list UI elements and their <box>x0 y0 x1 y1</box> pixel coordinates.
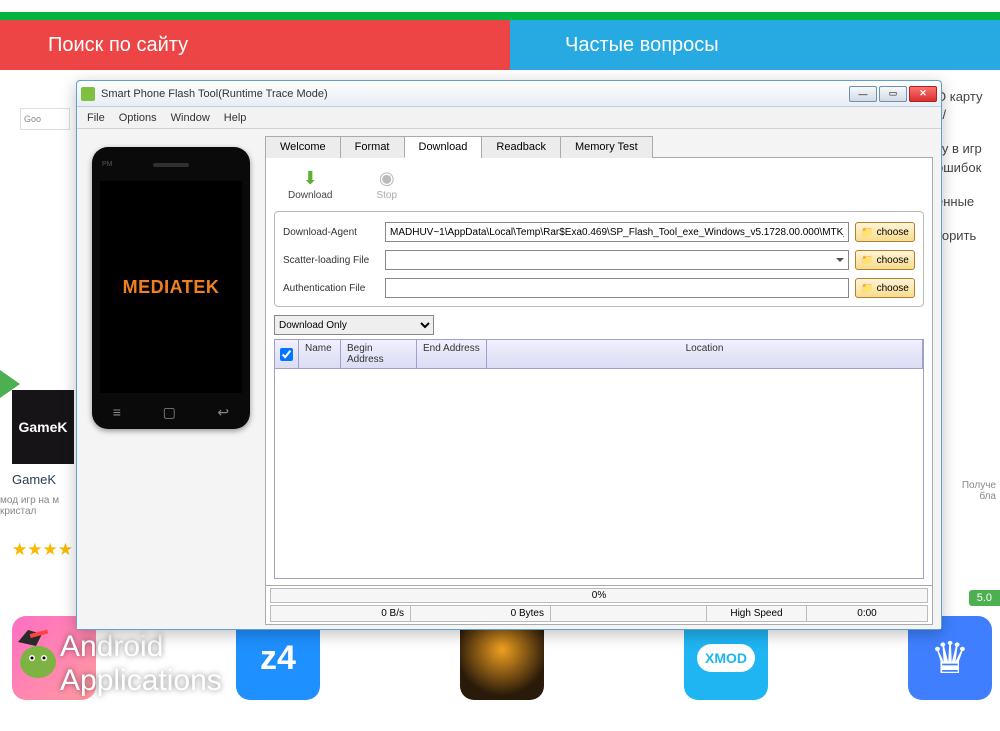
file-fields-group: Download-Agent choose Scatter-loading Fi… <box>274 211 924 307</box>
progress-percent: 0% <box>270 588 928 603</box>
google-badge: Goo <box>20 108 70 130</box>
choose-da-button[interactable]: choose <box>855 222 915 242</box>
faq-label: Частые вопросы <box>565 34 719 57</box>
grid-body <box>275 369 923 578</box>
partition-grid: Name Begin Address End Address Location <box>274 339 924 579</box>
grid-header: Name Begin Address End Address Location <box>275 340 923 369</box>
app-card-desc: мод игр на м кристал <box>0 495 80 517</box>
star-icon: ★ <box>12 540 27 560</box>
status-bar: 0 B/s 0 Bytes High Speed 0:00 <box>270 605 928 622</box>
close-button[interactable]: ✕ <box>909 86 937 102</box>
right-pane: Welcome Format Download Readback Memory … <box>265 129 941 629</box>
choose-auth-button[interactable]: choose <box>855 278 915 298</box>
menu-window[interactable]: Window <box>171 112 210 124</box>
phone-speaker-icon <box>153 163 189 167</box>
phone-pm-label: PM <box>102 161 113 168</box>
toolbar: ⬇ Download ◉ Stop <box>272 164 926 209</box>
android-mascot-icon <box>8 622 68 682</box>
status-bytes: 0 Bytes <box>411 606 551 621</box>
choose-scatter-button[interactable]: choose <box>855 250 915 270</box>
right-desc: Получе бла <box>948 480 996 502</box>
select-all-checkbox[interactable] <box>280 348 293 361</box>
status-time: 0:00 <box>807 606 927 621</box>
search-ribbon[interactable]: Поиск по сайту <box>0 20 510 70</box>
status-spacer <box>551 606 707 621</box>
app-window: Smart Phone Flash Tool(Runtime Trace Mod… <box>76 80 942 630</box>
scatter-label: Scatter-loading File <box>283 255 379 266</box>
minimize-button[interactable]: — <box>849 86 877 102</box>
col-checkbox[interactable] <box>275 340 299 368</box>
auth-file-input[interactable] <box>385 278 849 298</box>
status-speed: High Speed <box>707 606 807 621</box>
titlebar[interactable]: Smart Phone Flash Tool(Runtime Trace Mod… <box>77 81 941 107</box>
stop-label: Stop <box>376 190 397 201</box>
window-title: Smart Phone Flash Tool(Runtime Trace Mod… <box>101 88 849 100</box>
download-agent-input[interactable] <box>385 222 849 242</box>
progress-area: 0% 0 B/s 0 Bytes High Speed 0:00 <box>265 586 933 625</box>
menu-options[interactable]: Options <box>119 112 157 124</box>
back-icon: ↩ <box>217 404 229 421</box>
app-card-title: GameK <box>12 472 56 487</box>
da-label: Download-Agent <box>283 227 379 238</box>
download-label: Download <box>288 190 332 201</box>
col-begin-address[interactable]: Begin Address <box>341 340 417 368</box>
phone-screen: MEDIATEK <box>100 181 242 393</box>
scatter-file-input[interactable] <box>385 250 849 270</box>
home-icon: ▢ <box>163 404 176 421</box>
download-mode-select[interactable]: Download Only <box>274 315 434 335</box>
stop-button[interactable]: ◉ Stop <box>376 168 397 201</box>
col-location[interactable]: Location <box>487 340 923 368</box>
status-rate: 0 B/s <box>271 606 411 621</box>
version-badge: 5.0 <box>969 590 1000 606</box>
menu-icon: ≡ <box>113 404 121 421</box>
menubar: File Options Window Help <box>77 107 941 129</box>
tab-download[interactable]: Download <box>404 136 483 158</box>
tab-welcome[interactable]: Welcome <box>265 136 341 158</box>
auth-label: Authentication File <box>283 283 379 294</box>
tab-format[interactable]: Format <box>340 136 405 158</box>
phone-pane: PM MEDIATEK ≡ ▢ ↩ <box>77 129 265 629</box>
tab-readback[interactable]: Readback <box>481 136 561 158</box>
menu-file[interactable]: File <box>87 112 105 124</box>
body-area: PM MEDIATEK ≡ ▢ ↩ Welcome Format Downloa… <box>77 129 941 629</box>
col-end-address[interactable]: End Address <box>417 340 487 368</box>
phone-preview: PM MEDIATEK ≡ ▢ ↩ <box>92 147 250 429</box>
green-strip <box>0 12 1000 20</box>
menu-help[interactable]: Help <box>224 112 247 124</box>
tab-memory-test[interactable]: Memory Test <box>560 136 653 158</box>
download-arrow-icon: ⬇ <box>300 168 320 188</box>
app-icon <box>81 87 95 101</box>
bg-right-text: О карту x/ ку в игр ошибок енные корить <box>936 88 996 261</box>
tab-panel-download: ⬇ Download ◉ Stop Download-Agent choose <box>265 158 933 586</box>
download-button[interactable]: ⬇ Download <box>288 168 332 201</box>
col-name[interactable]: Name <box>299 340 341 368</box>
maximize-button[interactable]: ▭ <box>879 86 907 102</box>
stop-circle-icon: ◉ <box>377 168 397 188</box>
tabstrip: Welcome Format Download Readback Memory … <box>265 135 933 158</box>
phone-nav-icons: ≡ ▢ ↩ <box>92 404 250 421</box>
mediatek-brand: MEDIATEK <box>123 277 220 298</box>
bg-header: Поиск по сайту Частые вопросы <box>0 20 1000 80</box>
search-label: Поиск по сайту <box>48 34 188 57</box>
faq-ribbon[interactable]: Частые вопросы <box>510 20 1000 70</box>
app-card[interactable]: GameK <box>12 390 74 464</box>
